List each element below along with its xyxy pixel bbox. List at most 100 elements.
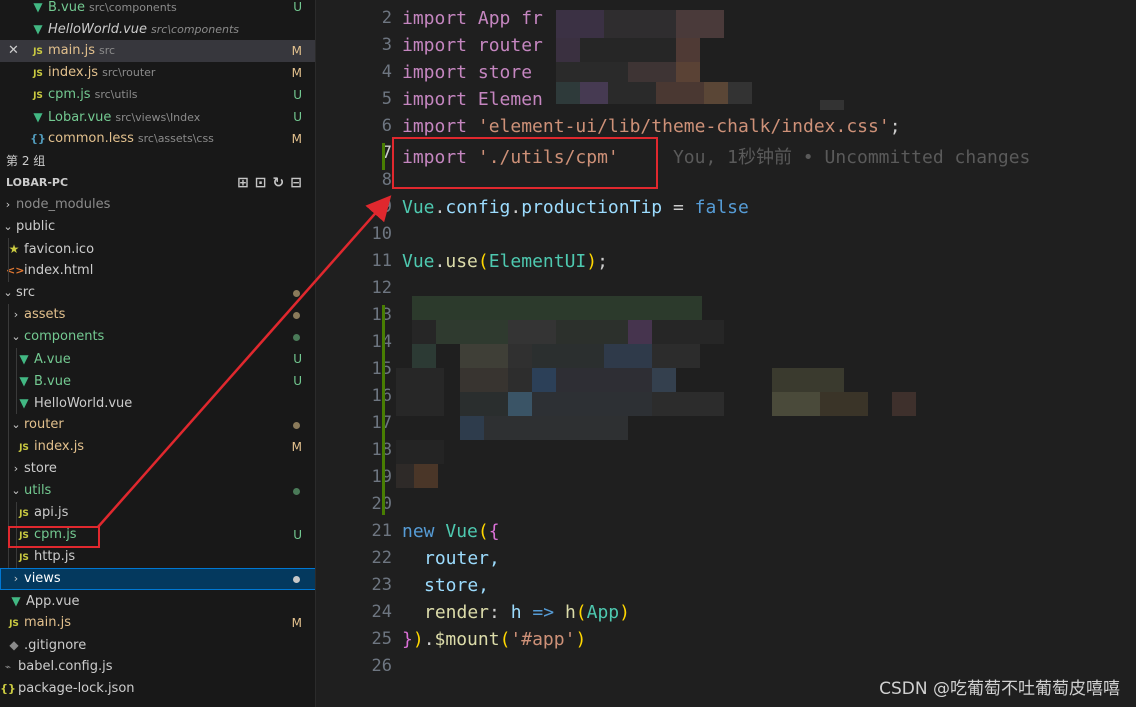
line-number: 4 [381, 62, 392, 82]
file-name: main.js [48, 43, 95, 58]
file-path: src\utils [94, 88, 138, 101]
tree-file[interactable]: JS http.js [0, 546, 315, 568]
property: render [424, 602, 490, 623]
tree-item-label: favicon.ico [24, 242, 95, 257]
tree-item-label: assets [24, 307, 66, 322]
file-name: HelloWorld.vue [48, 22, 148, 37]
indent-guide [16, 348, 17, 414]
status-badge: M [291, 440, 302, 454]
tree-folder[interactable]: › assets [0, 304, 315, 326]
identifier: App [586, 602, 620, 623]
chevron-down-icon: ⌄ [11, 418, 21, 431]
tree-folder[interactable]: ⌄ components [0, 326, 315, 348]
code-line-3: import router [402, 35, 543, 56]
vue-icon: ▼ [33, 22, 43, 36]
tree-file[interactable]: ▼ HelloWorld.vue [0, 392, 315, 414]
tree-item-label: store [24, 461, 57, 476]
tree-file[interactable]: ▼ App.vue [0, 590, 315, 612]
tree-file[interactable]: JS api.js [0, 502, 315, 524]
file-path: src [99, 44, 116, 57]
file-path: src\components [88, 1, 177, 14]
chevron-down-icon: ⌄ [11, 484, 21, 497]
json-icon: {} [0, 682, 16, 695]
js-icon: JS [33, 91, 43, 101]
file-name: cpm.js [48, 87, 91, 102]
string-literal: '#app' [510, 629, 576, 650]
file-path: src\assets\css [137, 132, 214, 145]
code-editor[interactable]: 2 3 4 5 6 7 8 9 10 11 12 13 14 15 16 17 … [316, 0, 1136, 707]
code-line-2: import App fr [402, 8, 543, 29]
tree-folder[interactable]: ⌄ public [0, 216, 315, 238]
tree-item-label: HelloWorld.vue [34, 396, 133, 411]
git-blame-annotation: You, 1秒钟前 • Uncommitted changes [672, 147, 1031, 168]
code-line-23: store, [424, 575, 490, 596]
new-file-icon[interactable]: ⊞ [237, 175, 255, 191]
line-number: 11 [371, 251, 392, 271]
modified-dot [293, 576, 300, 583]
tree-folder[interactable]: ⌄ router [0, 414, 315, 436]
property: productionTip [521, 197, 663, 218]
project-header[interactable]: LOBAR-PC ⊞⊡↻⊟ [0, 172, 315, 194]
string-literal: 'element-ui/lib/theme-chalk/index.css' [477, 116, 890, 137]
open-editor-item[interactable]: ▼ Lobar.vue src\views\Index U [0, 106, 315, 128]
status-badge: U [293, 88, 302, 102]
identifier: Vue [402, 251, 435, 272]
open-editor-item[interactable]: {} common.less src\assets\css M [0, 128, 315, 150]
open-editor-item[interactable]: JS index.js src\router M [0, 62, 315, 84]
line-number: 2 [381, 8, 392, 28]
open-editor-item-active[interactable]: ✕ JS main.js src M [0, 40, 315, 62]
tree-item-label: public [16, 219, 56, 234]
tree-folder[interactable]: › node_modules [0, 194, 315, 216]
annotation-box-cpm [8, 526, 100, 548]
tree-item-label: B.vue [34, 374, 71, 389]
status-badge: U [293, 0, 302, 14]
tree-item-label: babel.config.js [18, 659, 113, 674]
tree-item-label: api.js [34, 505, 69, 520]
project-title: LOBAR-PC [6, 176, 69, 189]
vscode-window: ▼ B.vue src\components U ▼ HelloWorld.vue src… [0, 0, 1136, 707]
tree-item-label: node_modules [16, 197, 111, 212]
indent-guide [8, 238, 9, 282]
tree-file[interactable]: {} package-lock.json [0, 678, 315, 700]
refresh-icon[interactable]: ↻ [273, 175, 291, 191]
tree-file[interactable]: <>index.html [0, 260, 315, 282]
status-badge: M [291, 132, 302, 146]
watermark: CSDN @吃葡萄不吐葡萄皮嘻嘻 [879, 679, 1120, 699]
open-editor-item[interactable]: ▼ B.vue src\components U [0, 0, 315, 18]
collapse-all-icon[interactable]: ⊟ [290, 175, 308, 191]
less-icon: {} [30, 132, 46, 145]
open-editor-item[interactable]: JS cpm.js src\utils U [0, 84, 315, 106]
babel-icon: ⌁ [4, 662, 12, 673]
code-line-4: import store [402, 62, 533, 83]
line-number: 26 [371, 656, 392, 676]
tree-item-label: router [24, 417, 64, 432]
vue-icon: ▼ [19, 396, 29, 410]
tree-folder[interactable]: ⌄ utils [0, 480, 315, 502]
tree-file[interactable]: ▼ A.vue U [0, 348, 315, 370]
open-editor-item[interactable]: ▼ HelloWorld.vue src\components [0, 18, 315, 40]
tree-folder[interactable]: ⌄ src [0, 282, 315, 304]
tree-item-label: App.vue [26, 594, 80, 609]
line-number: 3 [381, 35, 392, 55]
file-path: src\router [102, 66, 156, 79]
chevron-right-icon: › [5, 198, 11, 211]
tree-file[interactable]: ▼ B.vue U [0, 370, 315, 392]
line-number: 6 [381, 116, 392, 136]
tree-file[interactable]: ◆ .gitignore [0, 634, 315, 656]
new-folder-icon[interactable]: ⊡ [255, 175, 273, 191]
explorer-sidebar: ▼ B.vue src\components U ▼ HelloWorld.vue src… [0, 0, 316, 707]
tree-file[interactable]: ⌁ babel.config.js [0, 656, 315, 678]
identifier: Vue [402, 197, 435, 218]
tree-file[interactable]: JS main.js M [0, 612, 315, 634]
tree-file[interactable]: JS index.js M [0, 436, 315, 458]
chevron-down-icon: ⌄ [3, 286, 13, 299]
js-icon: JS [19, 553, 29, 563]
tree-folder[interactable]: › store [0, 458, 315, 480]
close-icon[interactable]: ✕ [8, 40, 19, 62]
parameter: h [510, 602, 522, 623]
tree-folder-selected[interactable]: › views [0, 568, 315, 590]
tree-file[interactable]: ★ favicon.ico [0, 238, 315, 260]
vue-icon: ▼ [19, 374, 29, 388]
code-line-24: render: h => h(App) [424, 602, 630, 623]
file-name: Lobar.vue [48, 110, 112, 125]
